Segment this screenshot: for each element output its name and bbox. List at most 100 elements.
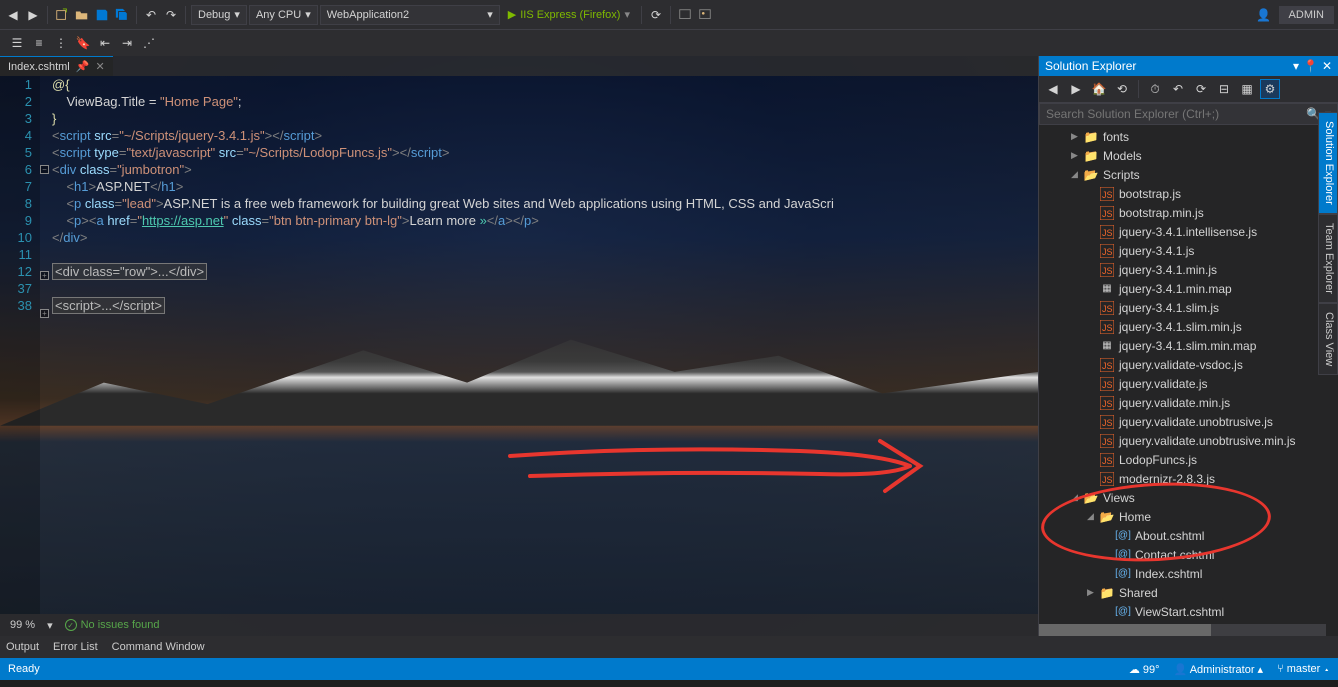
showall-icon[interactable]: ▦ xyxy=(1237,79,1257,99)
back-icon[interactable]: ◀ xyxy=(1043,79,1063,99)
project-combo[interactable]: WebApplication2▾ xyxy=(320,5,500,25)
tree-item[interactable]: JSjquery.validate.unobtrusive.js xyxy=(1039,412,1338,431)
solexp-toolbar: ◀ ▶ 🏠 ⟲ ⏱ ↶ ⟳ ⊟ ▦ ⚙ xyxy=(1039,76,1338,103)
tree-item[interactable]: [@]Contact.cshtml xyxy=(1039,545,1338,564)
svg-text:JS: JS xyxy=(1102,399,1113,409)
solexp-search[interactable]: 🔍 ▾ xyxy=(1039,103,1338,125)
tree-item[interactable]: [@]ViewStart.cshtml xyxy=(1039,602,1338,621)
tree-item[interactable]: JSbootstrap.min.js xyxy=(1039,203,1338,222)
svg-text:JS: JS xyxy=(1102,228,1113,238)
sync-icon[interactable]: ⟲ xyxy=(1112,79,1132,99)
comment-icon[interactable]: ⋮ xyxy=(52,34,70,52)
admin-button[interactable]: ADMIN xyxy=(1279,6,1334,24)
svg-text:JS: JS xyxy=(1102,456,1113,466)
save-all-icon[interactable] xyxy=(113,6,131,24)
tree-item[interactable]: [@]About.cshtml xyxy=(1039,526,1338,545)
output-tab[interactable]: Output xyxy=(6,641,39,653)
solexp-title: Solution Explorer xyxy=(1045,59,1136,73)
bottom-tabs: Output Error List Command Window xyxy=(0,636,1338,658)
forward-icon[interactable]: ▶ xyxy=(1066,79,1086,99)
refresh-icon[interactable]: ⟳ xyxy=(1191,79,1211,99)
config-combo[interactable]: Debug▾ xyxy=(191,5,247,25)
line-gutter: 1234567891011123738 xyxy=(0,76,40,614)
tree-item[interactable]: ◢📂Views xyxy=(1039,488,1338,507)
platform-combo[interactable]: Any CPU▾ xyxy=(249,5,318,25)
pin-icon[interactable]: 📌 xyxy=(76,60,90,73)
tree-item[interactable]: JSjquery-3.4.1.js xyxy=(1039,241,1338,260)
run-button[interactable]: ▶IIS Express (Firefox)▾ xyxy=(502,8,636,21)
zoom-level[interactable]: 99 % xyxy=(10,619,35,631)
save-icon[interactable] xyxy=(93,6,111,24)
tree-item[interactable]: [@]Index.cshtml xyxy=(1039,564,1338,583)
user-indicator[interactable]: 👤 Administrator ▴ xyxy=(1174,663,1264,676)
side-tab-solexp[interactable]: Solution Explorer xyxy=(1318,112,1338,214)
user-icon[interactable]: 👤 xyxy=(1255,6,1273,24)
window-dropdown-icon[interactable]: ▾ xyxy=(1293,59,1299,73)
new-project-icon[interactable] xyxy=(53,6,71,24)
svg-text:JS: JS xyxy=(1102,380,1113,390)
errorlist-tab[interactable]: Error List xyxy=(53,641,98,653)
tab-index-cshtml[interactable]: Index.cshtml 📌 ✕ xyxy=(0,56,113,76)
side-tab-class[interactable]: Class View xyxy=(1318,303,1338,375)
tree-item[interactable]: JSmodernizr-2.8.3.js xyxy=(1039,469,1338,488)
branch-indicator[interactable]: ⑂ master ▴ xyxy=(1277,663,1330,675)
tree-item[interactable]: ◢📂Home xyxy=(1039,507,1338,526)
undo-icon[interactable]: ↶ xyxy=(142,6,160,24)
close-icon[interactable]: ✕ xyxy=(95,60,104,73)
collapse-icon[interactable]: ⊟ xyxy=(1214,79,1234,99)
image-icon[interactable] xyxy=(696,6,714,24)
redo-icon[interactable]: ↷ xyxy=(162,6,180,24)
tree-item[interactable]: JSjquery.validate.min.js xyxy=(1039,393,1338,412)
tree-item[interactable]: ◢📂Scripts xyxy=(1039,165,1338,184)
tree-item[interactable]: ▶📁Shared xyxy=(1039,583,1338,602)
tree-item[interactable]: JSjquery-3.4.1.slim.js xyxy=(1039,298,1338,317)
uncomment-icon[interactable]: ⋰ xyxy=(140,34,158,52)
weather-indicator[interactable]: ☁ 99° xyxy=(1129,663,1160,676)
tree-item[interactable]: ▦jquery-3.4.1.slim.min.map xyxy=(1039,336,1338,355)
solution-tree[interactable]: ▶📁fonts▶📁Models◢📂ScriptsJSbootstrap.jsJS… xyxy=(1039,125,1338,636)
svg-text:JS: JS xyxy=(1102,361,1113,371)
editor-tabs: Index.cshtml 📌 ✕ xyxy=(0,56,1038,76)
code-editor[interactable]: 1234567891011123738 −++ @{ ViewBag.Title… xyxy=(0,76,1038,614)
tree-item[interactable]: JSjquery-3.4.1.intellisense.js xyxy=(1039,222,1338,241)
close-icon[interactable]: ✕ xyxy=(1322,59,1332,73)
horizontal-scrollbar[interactable] xyxy=(1039,624,1326,636)
bookmark-icon[interactable]: 🔖 xyxy=(74,34,92,52)
pending-icon[interactable]: ⏱ xyxy=(1145,79,1165,99)
tree-item[interactable]: ▶📁Models xyxy=(1039,146,1338,165)
svg-text:JS: JS xyxy=(1102,304,1113,314)
tree-item[interactable]: JSLodopFuncs.js xyxy=(1039,450,1338,469)
svg-text:JS: JS xyxy=(1102,247,1113,257)
nav-back-icon[interactable]: ◀ xyxy=(4,6,22,24)
search-input[interactable] xyxy=(1046,107,1306,121)
properties-icon[interactable]: ⚙ xyxy=(1260,79,1280,99)
outdent-icon[interactable]: ⇤ xyxy=(96,34,114,52)
home-icon[interactable]: 🏠 xyxy=(1089,79,1109,99)
tree-item[interactable]: JSjquery.validate.unobtrusive.min.js xyxy=(1039,431,1338,450)
browser-refresh-icon[interactable]: ⟳ xyxy=(647,6,665,24)
browser-icon[interactable] xyxy=(676,6,694,24)
svg-text:JS: JS xyxy=(1102,323,1113,333)
align-left-icon[interactable]: ☰ xyxy=(8,34,26,52)
undo-icon[interactable]: ↶ xyxy=(1168,79,1188,99)
solexp-header: Solution Explorer ▾ 📍 ✕ xyxy=(1039,56,1338,76)
pin-icon[interactable]: 📍 xyxy=(1303,59,1318,73)
tree-item[interactable]: ▦jquery-3.4.1.min.map xyxy=(1039,279,1338,298)
cmdwindow-tab[interactable]: Command Window xyxy=(112,641,205,653)
tree-item[interactable]: JSjquery-3.4.1.min.js xyxy=(1039,260,1338,279)
no-issues-indicator[interactable]: ✓No issues found xyxy=(65,619,160,631)
tree-item[interactable]: JSjquery-3.4.1.slim.min.js xyxy=(1039,317,1338,336)
tree-item[interactable]: JSbootstrap.js xyxy=(1039,184,1338,203)
secondary-toolbar: ☰ ≡ ⋮ 🔖 ⇤ ⇥ ⋰ xyxy=(0,30,1338,56)
nav-fwd-icon[interactable]: ▶ xyxy=(24,6,42,24)
tree-item[interactable]: ▶📁fonts xyxy=(1039,127,1338,146)
editor-status: 99 % ▾ ✓No issues found xyxy=(0,614,1038,636)
indent-icon[interactable]: ⇥ xyxy=(118,34,136,52)
main-toolbar: ◀ ▶ ↶ ↷ Debug▾ Any CPU▾ WebApplication2▾… xyxy=(0,0,1338,30)
open-file-icon[interactable] xyxy=(73,6,91,24)
tree-item[interactable]: JSjquery.validate-vsdoc.js xyxy=(1039,355,1338,374)
side-tab-team[interactable]: Team Explorer xyxy=(1318,214,1338,303)
align-center-icon[interactable]: ≡ xyxy=(30,34,48,52)
tree-item[interactable]: JSjquery.validate.js xyxy=(1039,374,1338,393)
svg-text:JS: JS xyxy=(1102,209,1113,219)
